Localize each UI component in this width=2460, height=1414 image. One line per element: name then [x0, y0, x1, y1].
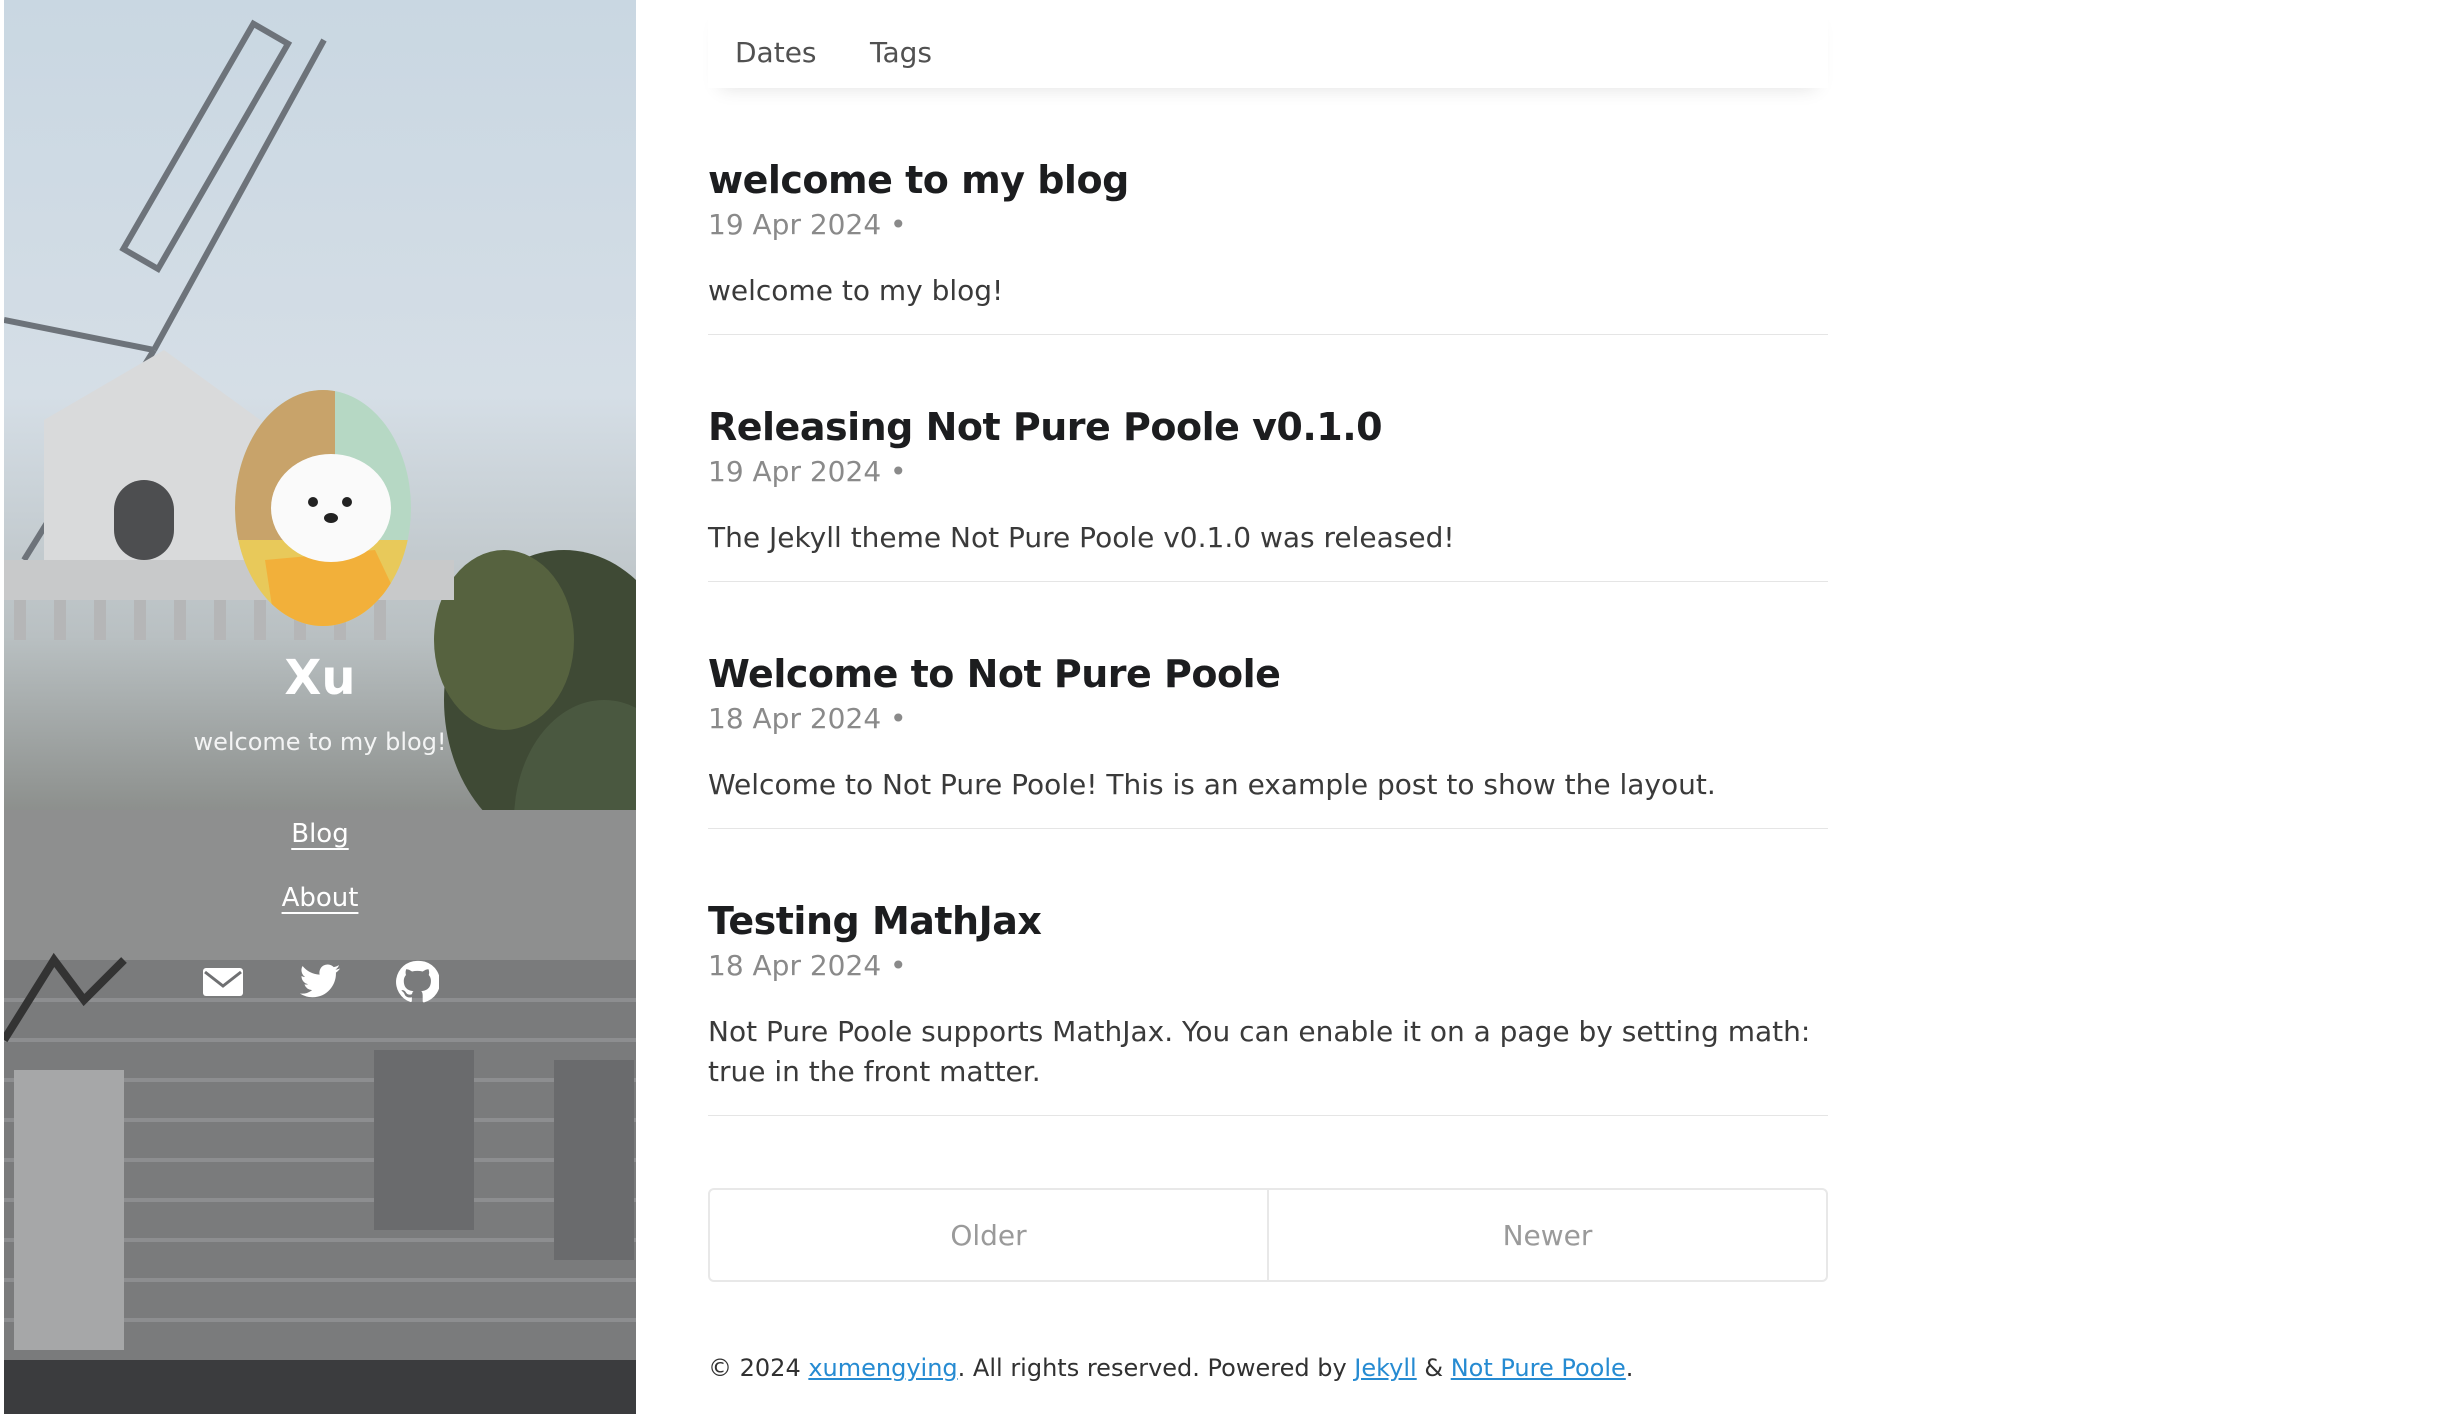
- tab-dates[interactable]: Dates: [735, 36, 817, 69]
- sidebar: Xu welcome to my blog! Blog About: [4, 0, 636, 1414]
- footer-author-link[interactable]: xumengying: [808, 1354, 957, 1382]
- post-excerpt: Welcome to Not Pure Poole! This is an ex…: [708, 768, 1716, 801]
- post-item: Welcome to Not Pure Poole 18 Apr 2024 • …: [708, 652, 1828, 829]
- site-description: welcome to my blog!: [193, 728, 447, 756]
- older-button[interactable]: Older: [710, 1190, 1267, 1280]
- footer-text: . All rights reserved. Powered by: [957, 1354, 1355, 1382]
- footer-jekyll-link[interactable]: Jekyll: [1354, 1354, 1416, 1382]
- sidebar-item-about[interactable]: About: [4, 866, 636, 930]
- post-date: 18 Apr 2024 •: [708, 702, 907, 735]
- post-title[interactable]: welcome to my blog: [708, 158, 1828, 202]
- footer-suffix: .: [1625, 1354, 1634, 1382]
- post-title[interactable]: Releasing Not Pure Poole v0.1.0: [708, 405, 1828, 449]
- sidebar-nav: Blog About: [4, 802, 636, 930]
- top-nav: Dates Tags: [708, 0, 1828, 88]
- post-item: Releasing Not Pure Poole v0.1.0 19 Apr 2…: [708, 405, 1828, 582]
- newer-button[interactable]: Newer: [1267, 1190, 1826, 1280]
- post-date: 18 Apr 2024 •: [708, 949, 907, 982]
- post-date: 19 Apr 2024 •: [708, 208, 907, 241]
- avatar: [235, 390, 411, 626]
- post-title[interactable]: Testing MathJax: [708, 899, 1828, 943]
- footer-theme-link[interactable]: Not Pure Poole: [1451, 1354, 1626, 1382]
- github-icon[interactable]: [395, 960, 441, 1004]
- post-excerpt: welcome to my blog!: [708, 274, 1004, 307]
- profile: Xu welcome to my blog! Blog About: [4, 0, 636, 1414]
- email-icon[interactable]: [201, 960, 245, 1004]
- twitter-icon[interactable]: [298, 960, 342, 1004]
- post-title[interactable]: Welcome to Not Pure Poole: [708, 652, 1828, 696]
- tab-tags[interactable]: Tags: [870, 36, 932, 69]
- post-excerpt: The Jekyll theme Not Pure Poole v0.1.0 w…: [708, 521, 1455, 554]
- social-links: [4, 960, 636, 1004]
- footer: © 2024 xumengying. All rights reserved. …: [708, 1354, 1633, 1382]
- footer-ampersand: &: [1416, 1354, 1451, 1382]
- pagination: Older Newer: [708, 1188, 1828, 1282]
- sidebar-item-blog[interactable]: Blog: [4, 802, 636, 866]
- site-title: Xu: [284, 650, 356, 706]
- post-excerpt: Not Pure Poole supports MathJax. You can…: [708, 1015, 1811, 1088]
- post-item: Testing MathJax 18 Apr 2024 • Not Pure P…: [708, 899, 1828, 1116]
- avatar-image: [235, 390, 411, 626]
- post-date: 19 Apr 2024 •: [708, 455, 907, 488]
- post-item: welcome to my blog 19 Apr 2024 • welcome…: [708, 158, 1828, 335]
- footer-copyright: © 2024: [708, 1354, 809, 1382]
